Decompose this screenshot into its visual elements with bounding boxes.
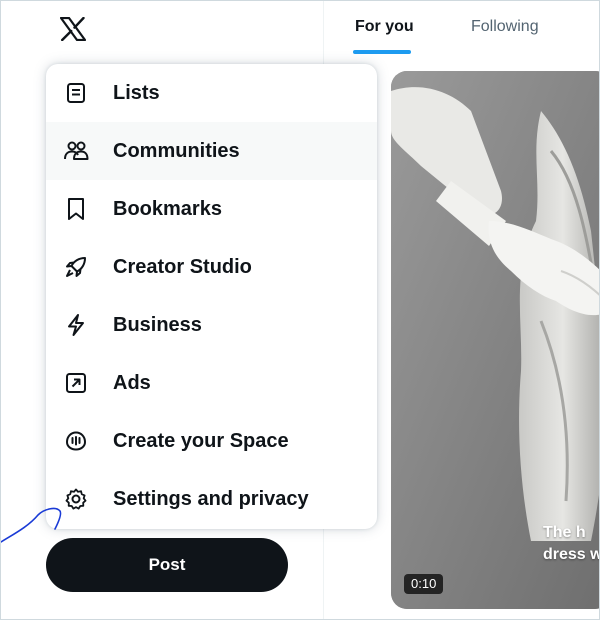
active-tab-indicator: [353, 50, 411, 54]
communities-icon: [63, 138, 89, 164]
more-menu-dropdown: Lists Communities Bookmarks Creator Stud…: [46, 64, 377, 529]
space-mic-icon: [63, 428, 89, 454]
post-button[interactable]: Post: [46, 538, 288, 592]
tab-following[interactable]: Following: [471, 0, 539, 54]
menu-item-settings-privacy[interactable]: Settings and privacy: [46, 470, 377, 528]
menu-item-label: Ads: [113, 371, 151, 394]
bookmark-icon: [63, 196, 89, 222]
rocket-icon: [63, 254, 89, 280]
menu-item-label: Business: [113, 313, 202, 336]
menu-item-creator-studio[interactable]: Creator Studio: [46, 238, 377, 296]
video-caption: The h dress w: [543, 524, 600, 563]
menu-item-lists[interactable]: Lists: [46, 64, 377, 122]
menu-item-communities[interactable]: Communities: [46, 122, 377, 180]
menu-item-label: Bookmarks: [113, 197, 222, 220]
menu-item-label: Create your Space: [113, 429, 289, 452]
lightning-icon: [63, 312, 89, 338]
menu-item-label: Settings and privacy: [113, 487, 309, 510]
arrow-up-right-box-icon: [63, 370, 89, 396]
timeline-tabs: For you Following: [324, 0, 600, 54]
list-icon: [63, 80, 89, 106]
menu-item-label: Communities: [113, 139, 240, 162]
x-logo-icon[interactable]: [56, 12, 90, 46]
pen-scribble-annotation: [0, 507, 62, 543]
menu-item-ads[interactable]: Ads: [46, 354, 377, 412]
video-player[interactable]: The h dress w 0:10: [391, 71, 600, 609]
menu-item-create-space[interactable]: Create your Space: [46, 412, 377, 470]
menu-item-bookmarks[interactable]: Bookmarks: [46, 180, 377, 238]
menu-item-business[interactable]: Business: [46, 296, 377, 354]
menu-item-label: Creator Studio: [113, 255, 252, 278]
menu-item-label: Lists: [113, 81, 160, 104]
video-duration-badge: 0:10: [404, 574, 444, 594]
tab-for-you[interactable]: For you: [355, 0, 414, 54]
